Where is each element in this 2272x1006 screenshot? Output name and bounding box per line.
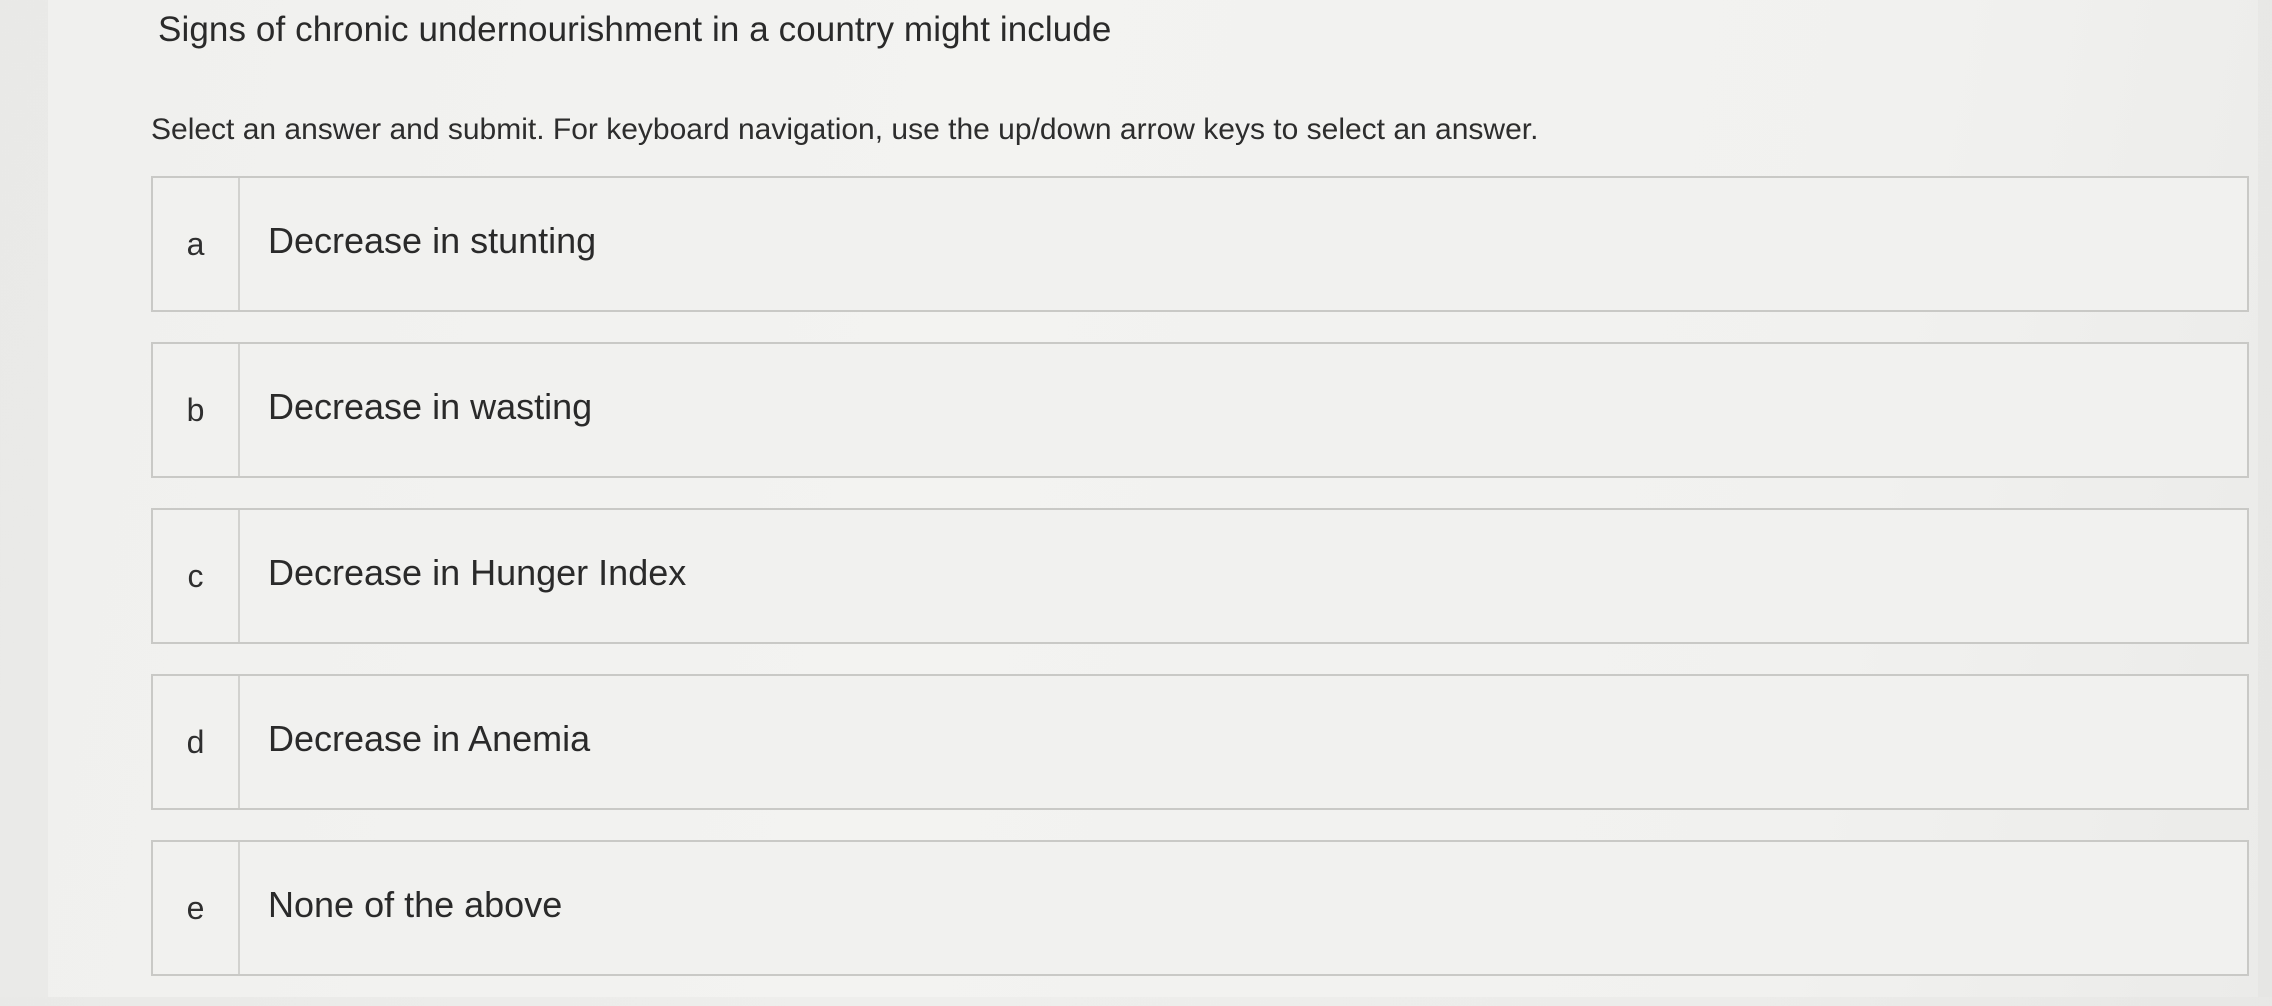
question-title: Signs of chronic undernourishment in a c… — [158, 10, 1112, 49]
option-letter: e — [153, 842, 240, 974]
answer-option-e[interactable]: e None of the above — [151, 840, 2249, 976]
option-text: Decrease in wasting — [268, 386, 593, 427]
answer-option-b[interactable]: b Decrease in wasting — [151, 342, 2249, 478]
option-text: Decrease in Anemia — [268, 718, 591, 759]
answer-option-d[interactable]: d Decrease in Anemia — [151, 674, 2249, 810]
option-text: None of the above — [268, 884, 563, 925]
option-letter: c — [153, 510, 240, 642]
answer-options-list: a Decrease in stunting b Decrease in was… — [151, 176, 2249, 1006]
option-letter: b — [153, 344, 240, 476]
quiz-page: Signs of chronic undernourishment in a c… — [48, 0, 2258, 997]
instructions-text: Select an answer and submit. For keyboar… — [151, 113, 1539, 146]
answer-option-c[interactable]: c Decrease in Hunger Index — [151, 508, 2249, 644]
answer-option-a[interactable]: a Decrease in stunting — [151, 176, 2249, 312]
option-letter: a — [153, 178, 240, 310]
option-letter: d — [153, 676, 240, 808]
option-text: Decrease in stunting — [268, 220, 597, 261]
option-text: Decrease in Hunger Index — [268, 552, 687, 593]
